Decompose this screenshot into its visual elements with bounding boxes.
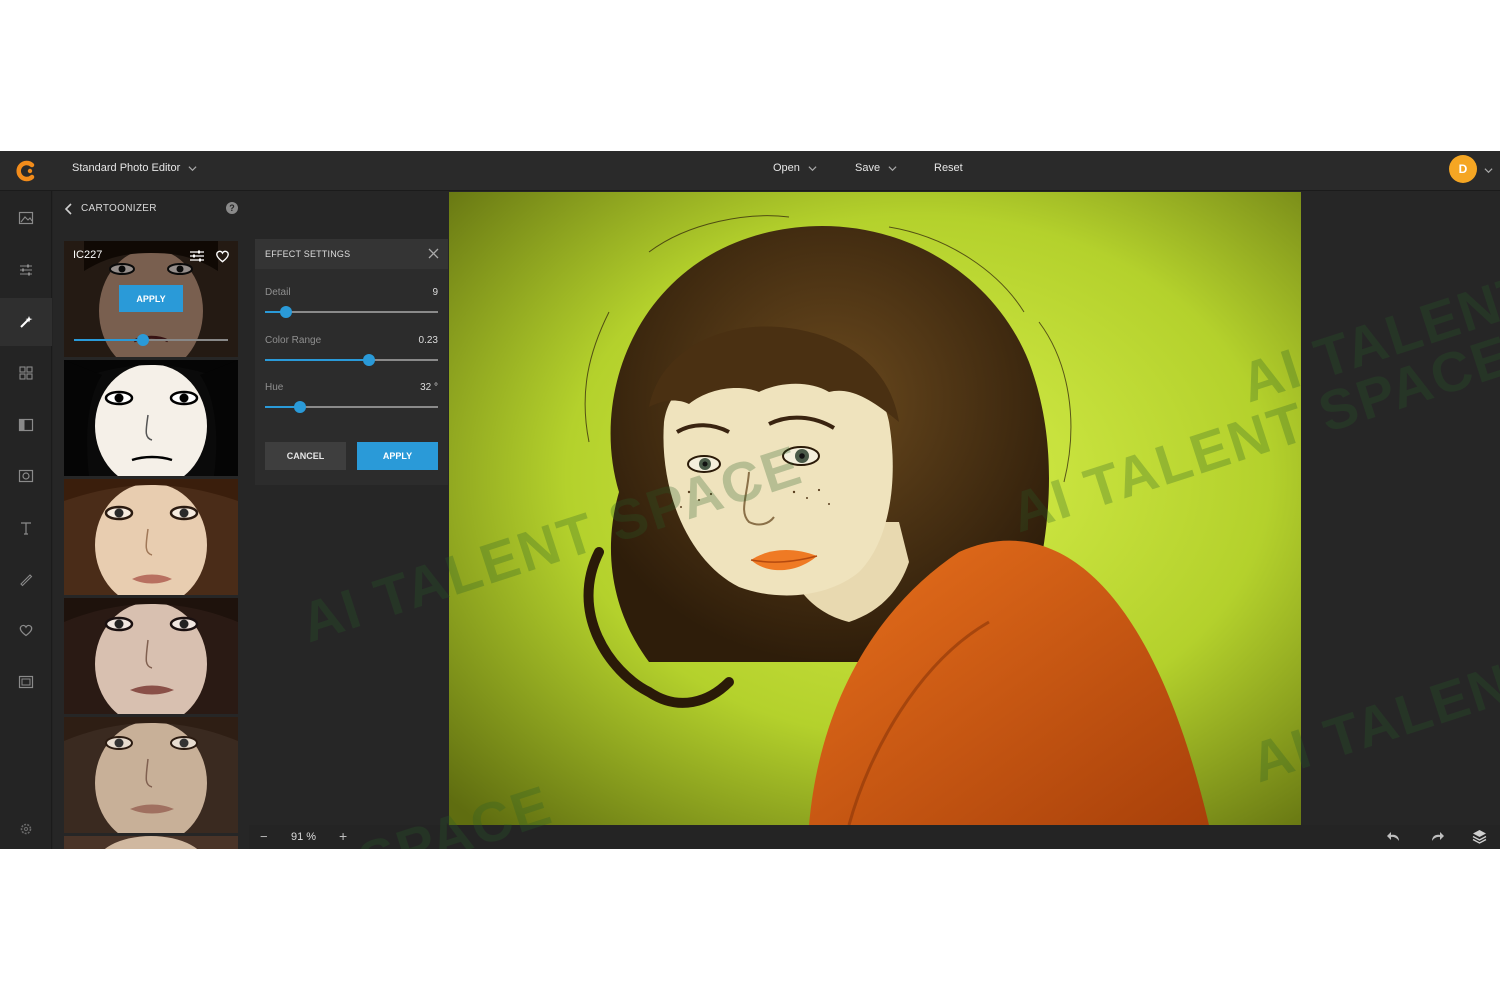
preset-thumbnail-selected[interactable]: IC227 APPLY xyxy=(64,241,238,357)
effect-settings-header: EFFECT SETTINGS xyxy=(255,239,448,269)
color-range-label: Color Range xyxy=(265,335,322,346)
tool-adjust[interactable] xyxy=(0,246,52,294)
text-icon xyxy=(21,522,31,535)
slider-handle[interactable] xyxy=(279,306,292,318)
heart-icon[interactable] xyxy=(215,249,230,263)
color-range-slider[interactable] xyxy=(265,354,438,366)
preset-preview-image xyxy=(64,360,238,476)
help-icon[interactable]: ? xyxy=(226,202,238,214)
frame-icon xyxy=(18,418,34,432)
tool-frame[interactable] xyxy=(0,401,52,449)
brush-icon xyxy=(20,574,33,587)
settings-icon xyxy=(20,823,32,835)
hue-label: Hue xyxy=(265,382,284,393)
reset-button[interactable]: Reset xyxy=(934,162,963,174)
editor-mode-dropdown[interactable]: Standard Photo Editor xyxy=(72,162,197,174)
open-menu[interactable]: Open xyxy=(773,162,817,174)
hue-value: 32 ° xyxy=(420,382,438,393)
grid-icon xyxy=(19,366,33,380)
tool-grid[interactable] xyxy=(0,349,52,397)
preset-thumbnail[interactable] xyxy=(64,836,238,849)
preset-name: IC227 xyxy=(73,249,103,261)
preset-apply-button[interactable]: APPLY xyxy=(119,285,183,312)
redo-icon[interactable] xyxy=(1429,830,1445,844)
cancel-button[interactable]: CANCEL xyxy=(265,442,346,470)
bottom-bar: − 91 % + xyxy=(249,825,1500,849)
editor-mode-label: Standard Photo Editor xyxy=(72,162,181,174)
logo-icon[interactable] xyxy=(16,160,38,182)
tool-brush[interactable] xyxy=(0,555,52,603)
tool-text[interactable] xyxy=(0,504,52,552)
layers-icon[interactable] xyxy=(1472,829,1487,844)
tool-image[interactable] xyxy=(0,194,52,242)
avatar-initial: D xyxy=(1458,162,1468,176)
chevron-left-icon[interactable] xyxy=(63,202,75,216)
cartoonized-portrait xyxy=(449,192,1301,825)
preset-thumbnail[interactable] xyxy=(64,479,238,595)
preset-thumbnail[interactable] xyxy=(64,360,238,476)
photo-editor-app: Standard Photo Editor Open Save Reset D xyxy=(0,151,1500,849)
user-avatar[interactable]: D xyxy=(1449,155,1477,183)
detail-slider[interactable] xyxy=(265,306,438,318)
preset-preview-image xyxy=(64,717,238,833)
sliders-icon[interactable] xyxy=(190,250,204,262)
help-glyph: ? xyxy=(229,203,235,213)
top-bar: Standard Photo Editor Open Save Reset D xyxy=(0,151,1500,191)
effect-settings-title: EFFECT SETTINGS xyxy=(265,249,351,259)
apply-button[interactable]: APPLY xyxy=(357,442,438,470)
detail-value: 9 xyxy=(432,287,438,298)
chevron-down-icon[interactable] xyxy=(1484,166,1493,175)
open-label: Open xyxy=(773,162,800,174)
left-toolbar xyxy=(0,191,52,849)
hue-slider[interactable] xyxy=(265,401,438,413)
image-icon xyxy=(18,211,34,225)
detail-label: Detail xyxy=(265,287,291,298)
color-range-value: 0.23 xyxy=(418,335,438,346)
chevron-down-icon xyxy=(888,165,897,171)
save-menu[interactable]: Save xyxy=(855,162,897,174)
slider-fill xyxy=(265,359,369,361)
edited-photo[interactable] xyxy=(449,192,1301,825)
tool-effects[interactable] xyxy=(0,298,52,346)
preset-thumbnail[interactable] xyxy=(64,598,238,714)
preset-intensity-slider[interactable] xyxy=(74,334,228,346)
tool-settings[interactable] xyxy=(0,805,52,849)
slider-handle[interactable] xyxy=(362,354,375,366)
slider-handle[interactable] xyxy=(293,401,306,413)
layers-icon xyxy=(18,675,34,689)
zoom-out-button[interactable]: − xyxy=(260,829,268,844)
tool-favorites[interactable] xyxy=(0,606,52,654)
tool-layers[interactable] xyxy=(0,658,52,706)
adjust-icon xyxy=(20,264,32,276)
effects-icon xyxy=(20,316,33,328)
panel-title: CARTOONIZER xyxy=(81,203,157,214)
zoom-level: 91 % xyxy=(291,831,317,843)
save-label: Save xyxy=(855,162,881,174)
zoom-in-button[interactable]: + xyxy=(339,828,347,844)
preset-preview-image xyxy=(64,836,238,849)
undo-icon[interactable] xyxy=(1386,830,1402,844)
chevron-down-icon xyxy=(188,165,197,171)
panel-header: CARTOONIZER ? xyxy=(53,191,249,227)
preset-preview-image xyxy=(64,479,238,595)
slider-fill xyxy=(74,339,144,341)
camera-icon xyxy=(18,469,34,483)
reset-label: Reset xyxy=(934,162,963,174)
close-icon[interactable] xyxy=(428,248,439,259)
heart-icon xyxy=(19,624,33,637)
preset-thumbnail[interactable] xyxy=(64,717,238,833)
cartoonizer-panel: CARTOONIZER ? IC227 APPLY xyxy=(53,191,249,849)
effect-settings-panel: EFFECT SETTINGS Detail 9 Color Range 0.2… xyxy=(255,239,448,485)
tool-camera[interactable] xyxy=(0,452,52,500)
chevron-down-icon xyxy=(808,165,817,171)
preset-preview-image xyxy=(64,598,238,714)
